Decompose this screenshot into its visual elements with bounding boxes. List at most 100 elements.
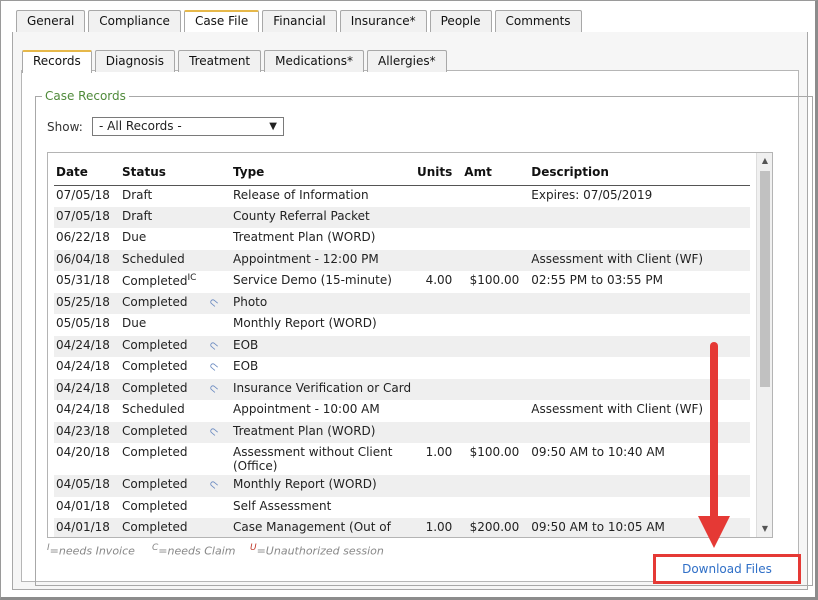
status-text: Scheduled (122, 402, 185, 416)
legend-unauthorized: U=Unauthorized session (250, 543, 384, 558)
cell-type-link[interactable]: Photo (231, 292, 415, 314)
tab-financial[interactable]: Financial (262, 10, 337, 32)
cell-date: 07/05/18 (54, 206, 120, 228)
cell-amt (462, 378, 530, 400)
cell-units (415, 378, 463, 400)
cell-status: Due (120, 314, 231, 336)
cell-units (415, 421, 463, 443)
table-row[interactable]: 04/24/18 Completed ⊂ EOB (54, 335, 750, 357)
cell-date: 04/23/18 (54, 421, 120, 443)
chevron-down-icon[interactable]: ▼ (757, 521, 772, 537)
paperclip-icon[interactable]: ⊂ (206, 380, 221, 396)
scrollbar-thumb[interactable] (760, 171, 770, 387)
show-filter-select[interactable]: - All Records - ▼ (92, 117, 284, 136)
records-table-body: 07/05/18 Draft Release of Information Expir… (54, 185, 750, 537)
cell-status: Completed ⊂ (120, 378, 231, 400)
cell-type-link[interactable]: Monthly Report (WORD) (231, 475, 415, 497)
legend-text: =Unauthorized session (256, 544, 384, 558)
table-row[interactable]: 06/04/18 Scheduled Appointment - 12:00 PM A… (54, 249, 750, 271)
arrow-head (698, 516, 730, 548)
cell-description (529, 314, 750, 336)
paperclip-icon[interactable]: ⊂ (206, 294, 221, 310)
paperclip-icon[interactable]: ⊂ (206, 359, 221, 375)
cell-type-link[interactable]: Case Management (Out of (231, 518, 415, 537)
tab-allergies[interactable]: Allergies* (367, 50, 447, 72)
cell-status: CompletedIC (120, 271, 231, 293)
column-header-status[interactable]: Status (120, 159, 231, 186)
vertical-scrollbar[interactable]: ▲ ▼ (756, 153, 772, 537)
status-text: Completed (122, 359, 188, 373)
cell-description: Assessment with Client (WF) (529, 249, 750, 271)
table-row[interactable]: 04/24/18 Completed ⊂ Insurance Verification… (54, 378, 750, 400)
tab-general[interactable]: General (16, 10, 86, 32)
tab-medications[interactable]: Medications* (264, 50, 365, 72)
tab-comments[interactable]: Comments (494, 10, 582, 32)
cell-type-link[interactable]: Release of Information (231, 185, 415, 207)
cell-description (529, 206, 750, 228)
table-row[interactable]: 04/05/18 Completed ⊂ Monthly Report (WORD) (54, 475, 750, 497)
column-header-units[interactable]: Units (415, 159, 463, 186)
tab-records[interactable]: Records (22, 50, 92, 73)
paperclip-icon[interactable]: ⊂ (206, 477, 221, 493)
status-text: Scheduled (122, 251, 185, 266)
cell-amt (462, 475, 530, 497)
cell-type-link[interactable]: EOB (231, 335, 415, 357)
tab-diagnosis[interactable]: Diagnosis (94, 50, 176, 72)
status-text: Completed (122, 498, 188, 513)
cell-date: 04/24/18 (56, 359, 110, 373)
table-row[interactable]: 04/01/18 Completed Self Assessment (54, 497, 750, 519)
cell-units (415, 185, 462, 207)
cell-date: 04/05/18 (54, 475, 120, 497)
cell-type-link[interactable]: Appointment - 10:00 AM (231, 400, 415, 422)
table-row[interactable]: 05/05/18 Due Monthly Report (WORD) (54, 314, 750, 336)
table-row[interactable]: 07/05/18 Draft County Referral Packet (54, 206, 750, 228)
paperclip-icon[interactable]: ⊂ (206, 337, 221, 353)
table-row[interactable]: 05/31/18 CompletedIC Service Demo (15-minu… (54, 271, 750, 293)
status-text: Due (122, 230, 147, 244)
tab-treatment[interactable]: Treatment (178, 50, 262, 72)
cell-type-link[interactable]: Insurance Verification or Card (231, 378, 415, 400)
table-row[interactable]: 04/20/18 Completed Assessment without Clie… (54, 443, 750, 475)
cell-units: 4.00 (425, 273, 453, 287)
cell-amt (462, 228, 529, 250)
table-row[interactable]: 04/23/18 Completed ⊂ Treatment Plan (WORD) (54, 421, 750, 443)
table-row[interactable]: 04/24/18 Completed ⊂ EOB (54, 357, 750, 379)
tab-case-file[interactable]: Case File (183, 10, 260, 33)
cell-type-link[interactable]: Treatment Plan (WORD) (231, 421, 415, 443)
tab-compliance[interactable]: Compliance (88, 10, 181, 32)
column-header-amt[interactable]: Amt (462, 159, 530, 186)
cell-type-link[interactable]: Self Assessment (231, 497, 415, 519)
cell-date: 04/20/18 (56, 445, 110, 459)
table-row[interactable]: 05/25/18 Completed ⊂ Photo (54, 292, 750, 314)
cell-type-link[interactable]: EOB (231, 357, 415, 379)
table-row[interactable]: 04/24/18 Scheduled Appointment - 10:00 AM A… (54, 400, 750, 422)
tab-insurance[interactable]: Insurance* (339, 10, 427, 32)
chevron-up-icon[interactable]: ▲ (757, 153, 772, 169)
column-header-description[interactable]: Description (529, 159, 750, 186)
cell-type-link[interactable]: Appointment - 12:00 PM (231, 249, 415, 271)
cell-type-link[interactable]: Treatment Plan (WORD) (231, 228, 415, 250)
cell-type-link[interactable]: Assessment without Client (Office) (231, 443, 415, 475)
cell-units (415, 357, 462, 379)
status-text: Completed (122, 274, 188, 288)
table-row[interactable]: 07/05/18 Draft Release of Information Expir… (54, 185, 750, 207)
legend-needs-invoice: I=needs Invoice (47, 543, 135, 558)
cell-type-link[interactable]: County Referral Packet (231, 206, 415, 228)
table-row[interactable]: 04/01/18 Completed Case Management (Out of… (54, 518, 750, 537)
cell-units (415, 249, 463, 271)
tab-people[interactable]: People (429, 10, 492, 32)
column-header-date[interactable]: Date (54, 159, 120, 186)
download-files-button[interactable]: Download Files (653, 554, 801, 584)
cell-description (529, 292, 750, 314)
table-row[interactable]: 06/22/18 Due Treatment Plan (WORD) (54, 228, 750, 250)
column-header-type[interactable]: Type (231, 159, 415, 186)
cell-status: Draft (120, 185, 231, 207)
cell-amt (462, 292, 530, 314)
cell-description: 02:55 PM to 03:55 PM (531, 273, 663, 287)
cell-type-link[interactable]: Service Demo (15-minute) (231, 271, 415, 293)
paperclip-icon[interactable]: ⊂ (206, 423, 221, 439)
cell-type-link[interactable]: Monthly Report (WORD) (231, 314, 415, 336)
cell-amt (462, 400, 529, 422)
cell-status: Completed ⊂ (120, 421, 231, 443)
cell-units (415, 314, 462, 336)
